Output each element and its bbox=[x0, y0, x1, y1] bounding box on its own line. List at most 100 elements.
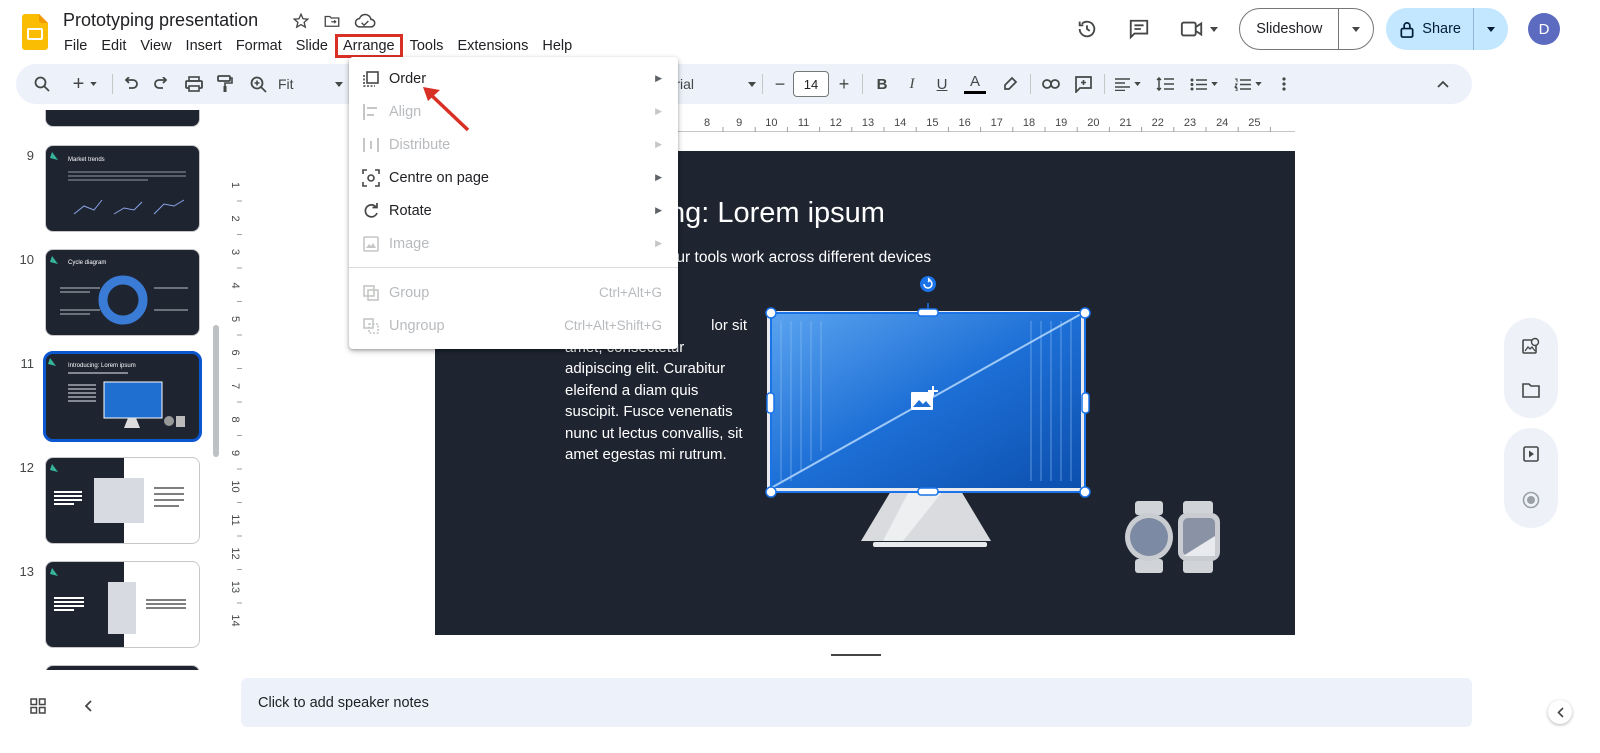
slide-thumb-8[interactable] bbox=[45, 110, 200, 127]
menu-help[interactable]: Help bbox=[535, 36, 579, 56]
slideshow-label[interactable]: Slideshow bbox=[1240, 9, 1340, 49]
line-spacing-button[interactable] bbox=[1152, 64, 1178, 104]
slide-thumb-10[interactable]: Cycle diagram bbox=[45, 249, 200, 336]
highlight-color-button[interactable] bbox=[998, 64, 1022, 104]
notes-resize-handle[interactable] bbox=[831, 654, 881, 656]
slide-filmstrip: 9 Market trends 10 Cycle diagram 11 Intr… bbox=[0, 110, 226, 670]
slide-number: 10 bbox=[19, 252, 34, 267]
slideshow-dropdown[interactable] bbox=[1339, 26, 1373, 32]
menu-item-ungroup[interactable]: Ungroup Ctrl+Alt+Shift+G bbox=[349, 309, 678, 342]
ruler-tick-label: 25 bbox=[1248, 117, 1260, 129]
undo-button[interactable] bbox=[118, 64, 144, 104]
link-icon bbox=[1042, 79, 1060, 89]
zoom-select[interactable]: Fit bbox=[278, 64, 308, 104]
selection-handles[interactable] bbox=[761, 271, 1101, 501]
menu-item-rotate[interactable]: Rotate ▶ bbox=[349, 194, 678, 227]
slide-thumb-12[interactable] bbox=[45, 457, 200, 544]
document-title[interactable]: Prototyping presentation bbox=[63, 10, 258, 31]
slides-logo-icon[interactable] bbox=[22, 14, 48, 50]
menu-format[interactable]: Format bbox=[229, 36, 289, 56]
submenu-arrow-icon: ▶ bbox=[655, 238, 662, 248]
zoom-button[interactable] bbox=[244, 64, 272, 104]
add-comment-button[interactable] bbox=[1070, 64, 1096, 104]
ruler-tick-label: 8 bbox=[704, 117, 710, 129]
menu-item-align[interactable]: Align ▶ bbox=[349, 95, 678, 128]
italic-button[interactable]: I bbox=[900, 64, 924, 104]
menu-slide[interactable]: Slide bbox=[289, 36, 335, 56]
meet-button[interactable] bbox=[1171, 9, 1227, 49]
ruler-tick-label: 12 bbox=[830, 117, 842, 129]
redo-icon bbox=[154, 77, 168, 89]
slide-thumb-13[interactable] bbox=[45, 561, 200, 648]
search-menus-button[interactable] bbox=[28, 64, 56, 104]
menu-arrange[interactable]: Arrange bbox=[334, 34, 403, 58]
underline-button[interactable]: U bbox=[930, 64, 954, 104]
slide-number: 11 bbox=[20, 356, 35, 371]
menu-extensions[interactable]: Extensions bbox=[450, 36, 535, 56]
slideshow-button[interactable]: Slideshow bbox=[1239, 8, 1375, 50]
caret-down-icon bbox=[1487, 26, 1495, 32]
slide-thumb-content: Cycle diagram bbox=[50, 256, 188, 325]
keep-button[interactable] bbox=[1515, 330, 1547, 362]
grid-view-button[interactable] bbox=[26, 694, 50, 718]
comments-button[interactable] bbox=[1119, 9, 1159, 49]
menu-item-distribute[interactable]: Distribute ▶ bbox=[349, 128, 678, 161]
slide-thumb-11-selected[interactable]: Introducing: Lorem ipsum bbox=[43, 351, 202, 442]
ruler-tick-label: 24 bbox=[1216, 117, 1228, 129]
menu-file[interactable]: File bbox=[57, 36, 94, 56]
speaker-notes[interactable]: Click to add speaker notes bbox=[241, 678, 1472, 727]
decrease-font-size-button[interactable]: − bbox=[770, 64, 790, 104]
bulleted-list-button[interactable] bbox=[1184, 64, 1224, 104]
menu-item-centre-on-page[interactable]: Centre on page ▶ bbox=[349, 161, 678, 194]
slide-thumb-9[interactable]: Market trends bbox=[45, 145, 200, 232]
move-folder-icon[interactable] bbox=[322, 12, 342, 30]
caret-down-icon bbox=[1255, 82, 1262, 86]
hide-filmstrip-button[interactable] bbox=[76, 694, 100, 718]
cloud-saved-icon[interactable] bbox=[354, 12, 376, 30]
menu-item-image[interactable]: Image ▶ bbox=[349, 227, 678, 260]
account-avatar[interactable]: D bbox=[1528, 13, 1560, 45]
record-button[interactable] bbox=[1515, 484, 1547, 516]
font-size-input[interactable]: 14 bbox=[793, 71, 829, 97]
plus-icon: + bbox=[838, 73, 850, 94]
bold-button[interactable]: B bbox=[870, 64, 894, 104]
zoom-dropdown[interactable] bbox=[332, 64, 346, 104]
slide-number: 12 bbox=[19, 460, 34, 475]
align-button[interactable] bbox=[1110, 64, 1146, 104]
version-history-button[interactable] bbox=[1067, 9, 1107, 49]
menu-edit[interactable]: Edit bbox=[94, 36, 133, 56]
menu-item-group[interactable]: Group Ctrl+Alt+G bbox=[349, 276, 678, 309]
caret-down-icon bbox=[748, 81, 756, 87]
expand-side-panel-button[interactable] bbox=[1548, 700, 1572, 724]
menu-tools[interactable]: Tools bbox=[403, 36, 451, 56]
ruler-tick-label: 11 bbox=[798, 117, 809, 129]
side-panel-top bbox=[1504, 318, 1558, 418]
slide-title[interactable]: cing: Lorem ipsum bbox=[648, 197, 885, 230]
filmstrip-scrollbar[interactable] bbox=[213, 325, 219, 457]
ruler-tick-label: 16 bbox=[958, 117, 970, 129]
share-dropdown[interactable] bbox=[1474, 26, 1508, 32]
menu-insert[interactable]: Insert bbox=[179, 36, 229, 56]
slide-subtitle[interactable]: y your tools work across different devic… bbox=[648, 249, 931, 267]
drive-button[interactable] bbox=[1515, 374, 1547, 406]
redo-button[interactable] bbox=[148, 64, 174, 104]
paint-format-button[interactable] bbox=[212, 64, 238, 104]
print-button[interactable] bbox=[181, 64, 207, 104]
insert-link-button[interactable] bbox=[1038, 64, 1064, 104]
paint-format-icon bbox=[217, 75, 233, 92]
text-color-button[interactable]: A bbox=[962, 64, 988, 104]
share-button[interactable]: Share bbox=[1386, 8, 1508, 50]
slide-thumb-14[interactable] bbox=[45, 665, 200, 670]
video-button[interactable] bbox=[1515, 438, 1547, 470]
print-icon bbox=[185, 76, 203, 92]
more-options-button[interactable] bbox=[1274, 64, 1294, 104]
new-slide-button[interactable]: + bbox=[64, 64, 106, 104]
star-icon[interactable] bbox=[292, 12, 310, 30]
menu-item-order[interactable]: Order ▶ bbox=[349, 62, 678, 95]
menu-view[interactable]: View bbox=[133, 36, 178, 56]
record-icon bbox=[1522, 491, 1540, 509]
numbered-list-button[interactable] bbox=[1228, 64, 1268, 104]
collapse-toolbar-button[interactable] bbox=[1430, 64, 1456, 104]
increase-font-size-button[interactable]: + bbox=[834, 64, 854, 104]
font-select[interactable]: Arial bbox=[666, 64, 756, 104]
